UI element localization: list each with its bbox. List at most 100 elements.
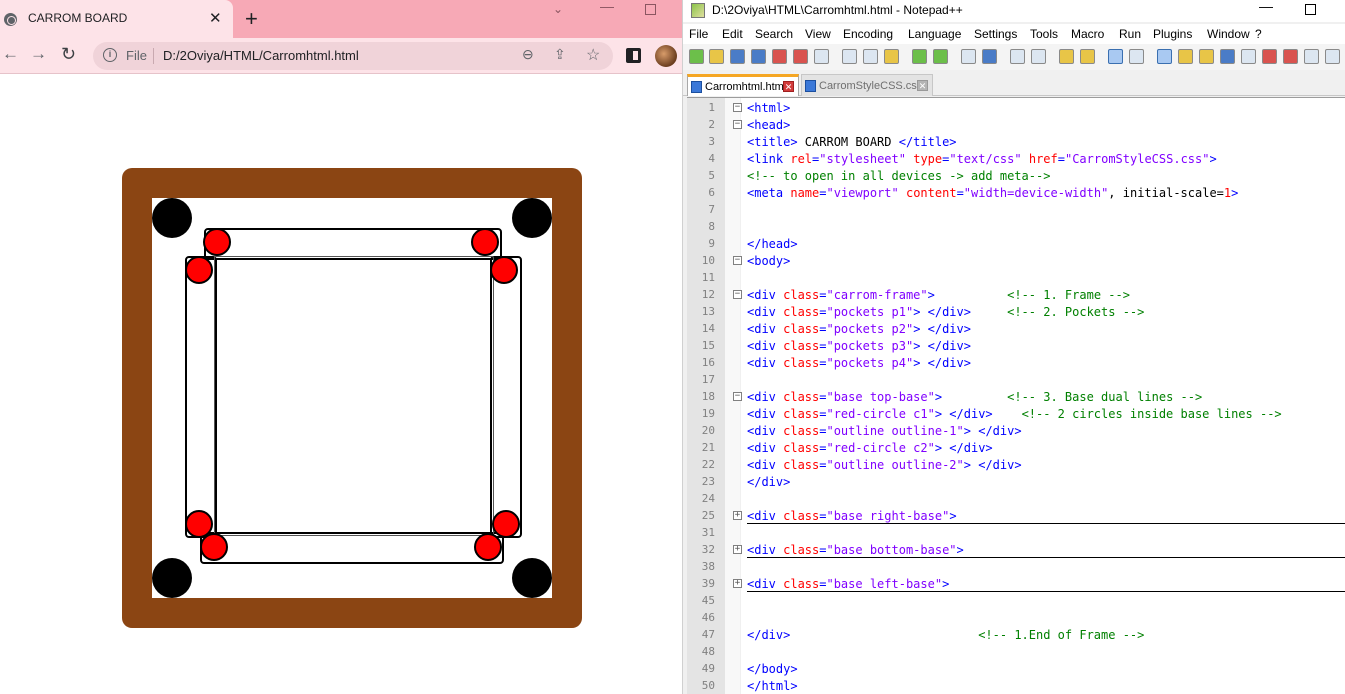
- close-file-icon[interactable]: [772, 49, 787, 64]
- fold-expand-icon[interactable]: +: [733, 579, 742, 588]
- code-line[interactable]: 17: [687, 371, 1345, 388]
- view-icon[interactable]: [1325, 49, 1340, 64]
- code-line[interactable]: 2 − <head>: [687, 116, 1345, 133]
- extension-icon[interactable]: [626, 48, 641, 63]
- code-line[interactable]: 18 − <div class="base top-base"> <!-- 3. B…: [687, 388, 1345, 405]
- share-icon[interactable]: ⇪: [554, 46, 566, 63]
- code-line[interactable]: 25 + <div class="base right-base">: [687, 507, 1345, 524]
- fold-expand-icon[interactable]: +: [733, 511, 742, 520]
- open-file-icon[interactable]: [709, 49, 724, 64]
- code-line[interactable]: 6 <meta name="viewport" content="width=de…: [687, 184, 1345, 201]
- profile-avatar[interactable]: [655, 45, 677, 67]
- zoom-out-icon[interactable]: [1031, 49, 1046, 64]
- sync-horizontal-icon[interactable]: [1080, 49, 1095, 64]
- code-line[interactable]: 1 − <html>: [687, 99, 1345, 116]
- code-line[interactable]: 32 + <div class="base bottom-base">: [687, 541, 1345, 558]
- code-line[interactable]: 48: [687, 643, 1345, 660]
- close-tab-icon[interactable]: ✕: [917, 80, 928, 91]
- minimize-button[interactable]: —: [600, 0, 614, 14]
- new-file-icon[interactable]: [689, 49, 704, 64]
- macro-playback-icon[interactable]: [1304, 49, 1319, 64]
- macro-record-icon[interactable]: [1283, 49, 1298, 64]
- code-line[interactable]: 45: [687, 592, 1345, 609]
- notepad-minimize-button[interactable]: —: [1259, 0, 1273, 14]
- address-bar[interactable]: i File D:/2Oviya/HTML/Carromhtml.html ⊖ …: [93, 42, 613, 70]
- print-icon[interactable]: [814, 49, 829, 64]
- copy-icon[interactable]: [863, 49, 878, 64]
- code-line[interactable]: 13 <div class="pockets p1"> </div> <!-- 2…: [687, 303, 1345, 320]
- bookmark-star-icon[interactable]: ☆: [586, 45, 600, 65]
- save-icon[interactable]: [730, 49, 745, 64]
- word-wrap-icon[interactable]: [1108, 49, 1123, 64]
- tab-carromstylecss[interactable]: CarromStyleCSS.css ✕: [801, 74, 933, 96]
- menu-settings[interactable]: Settings: [974, 27, 1017, 41]
- fold-collapse-icon[interactable]: −: [733, 103, 742, 112]
- user-defined-lang-icon[interactable]: [1178, 49, 1193, 64]
- new-tab-button[interactable]: +: [245, 6, 258, 32]
- replace-icon[interactable]: [982, 49, 997, 64]
- fold-collapse-icon[interactable]: −: [733, 290, 742, 299]
- code-line[interactable]: 47 </div> <!-- 1.End of Frame -->: [687, 626, 1345, 643]
- code-line[interactable]: 8: [687, 218, 1345, 235]
- menu-language[interactable]: Language: [908, 27, 961, 41]
- doc-map-icon[interactable]: [1199, 49, 1214, 64]
- code-line[interactable]: 24: [687, 490, 1345, 507]
- zoom-in-icon[interactable]: [1010, 49, 1025, 64]
- maximize-button[interactable]: [645, 4, 656, 15]
- code-line[interactable]: 11: [687, 269, 1345, 286]
- fold-collapse-icon[interactable]: −: [733, 256, 742, 265]
- code-line[interactable]: 3 <title> CARROM BOARD </title>: [687, 133, 1345, 150]
- code-line[interactable]: 21 <div class="red-circle c2"> </div>: [687, 439, 1345, 456]
- fold-collapse-icon[interactable]: −: [733, 392, 742, 401]
- code-line[interactable]: 31: [687, 524, 1345, 541]
- site-info-icon[interactable]: i: [103, 48, 117, 62]
- fold-collapse-icon[interactable]: −: [733, 120, 742, 129]
- code-line[interactable]: 5 <!-- to open in all devices -> add meta…: [687, 167, 1345, 184]
- paste-icon[interactable]: [884, 49, 899, 64]
- code-line[interactable]: 20 <div class="outline outline-1"> </div>: [687, 422, 1345, 439]
- code-line[interactable]: 23 </div>: [687, 473, 1345, 490]
- menu-macro[interactable]: Macro: [1071, 27, 1104, 41]
- menu-tools[interactable]: Tools: [1030, 27, 1058, 41]
- menu-encoding[interactable]: Encoding: [843, 27, 893, 41]
- code-line[interactable]: 10 − <body>: [687, 252, 1345, 269]
- code-line[interactable]: 50 </html>: [687, 677, 1345, 694]
- close-all-icon[interactable]: [793, 49, 808, 64]
- menu-window[interactable]: Window: [1207, 27, 1250, 41]
- menu-file[interactable]: File: [689, 27, 708, 41]
- code-line[interactable]: 38: [687, 558, 1345, 575]
- sync-vertical-icon[interactable]: [1059, 49, 1074, 64]
- close-tab-icon[interactable]: ✕: [783, 81, 794, 92]
- redo-icon[interactable]: [933, 49, 948, 64]
- zoom-icon[interactable]: ⊖: [522, 46, 534, 63]
- tab-search-icon[interactable]: ⌄: [553, 2, 563, 16]
- browser-tab[interactable]: CARROM BOARD ✕: [0, 0, 233, 38]
- url-text[interactable]: D:/2Oviya/HTML/Carromhtml.html: [163, 48, 359, 63]
- menu-run[interactable]: Run: [1119, 27, 1141, 41]
- tab-carromhtml[interactable]: Carromhtml.html ✕: [687, 74, 799, 96]
- code-line[interactable]: 16 <div class="pockets p4"> </div>: [687, 354, 1345, 371]
- folder-workspace-icon[interactable]: [1241, 49, 1256, 64]
- close-tab-icon[interactable]: ✕: [209, 9, 222, 27]
- code-line[interactable]: 19 <div class="red-circle c1"> </div> <!-…: [687, 405, 1345, 422]
- notepad-maximize-button[interactable]: [1305, 4, 1316, 15]
- code-line[interactable]: 39 + <div class="base left-base">: [687, 575, 1345, 592]
- code-line[interactable]: 12 − <div class="carrom-frame"> <!-- 1. Fr…: [687, 286, 1345, 303]
- menu-edit[interactable]: Edit: [722, 27, 743, 41]
- back-button[interactable]: ←: [2, 44, 19, 64]
- menu-plugins[interactable]: Plugins: [1153, 27, 1192, 41]
- show-all-chars-icon[interactable]: [1129, 49, 1144, 64]
- code-line[interactable]: 9 </head>: [687, 235, 1345, 252]
- code-editor[interactable]: 1− <html> 2− <head> 3 <title> CARROM BOARD </…: [687, 97, 1345, 694]
- fold-expand-icon[interactable]: +: [733, 545, 742, 554]
- menu-view[interactable]: View: [805, 27, 831, 41]
- function-list-icon[interactable]: [1220, 49, 1235, 64]
- code-line[interactable]: 4 <link rel="stylesheet" type="text/css" …: [687, 150, 1345, 167]
- code-line[interactable]: 49 </body>: [687, 660, 1345, 677]
- monitoring-icon[interactable]: [1262, 49, 1277, 64]
- menu-search[interactable]: Search: [755, 27, 793, 41]
- cut-icon[interactable]: [842, 49, 857, 64]
- save-all-icon[interactable]: [751, 49, 766, 64]
- find-icon[interactable]: [961, 49, 976, 64]
- reload-button[interactable]: ↻: [61, 44, 76, 65]
